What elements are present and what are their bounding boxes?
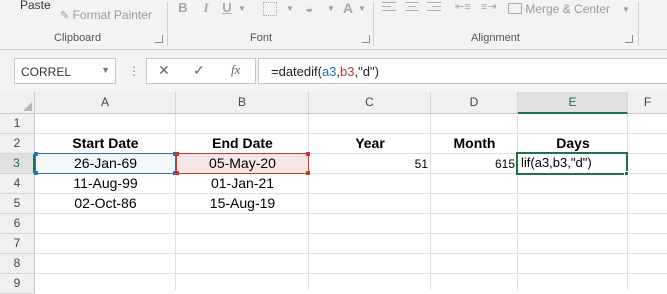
- cell-b5[interactable]: 15-Aug-19: [176, 193, 309, 213]
- row-header-3[interactable]: 3: [0, 154, 35, 174]
- resize-handle-icon[interactable]: ⋮: [128, 64, 140, 78]
- row-header-5[interactable]: 5: [0, 194, 35, 214]
- formula-bar: CORREL ▼ ⋮ ✕ ✓ fx =datedif(a3,b3,"d"): [0, 50, 667, 92]
- cell-a4[interactable]: 11-Aug-99: [35, 173, 176, 193]
- fill-color-icon[interactable]: ◒: [305, 0, 313, 16]
- gridline: [35, 253, 667, 254]
- paintbrush-icon: ✎: [60, 10, 70, 22]
- chevron-down-icon[interactable]: ▼: [101, 65, 110, 75]
- ribbon-divider: [373, 2, 374, 46]
- cell-b2[interactable]: End Date: [176, 133, 309, 153]
- font-color-button[interactable]: A: [340, 0, 356, 18]
- format-painter-button[interactable]: ✎ Format Painter: [60, 8, 152, 22]
- name-box-value: CORREL: [21, 65, 72, 79]
- font-color-dropdown-icon[interactable]: ▼: [358, 4, 366, 13]
- decrease-indent-icon[interactable]: ⇤≡: [455, 0, 471, 13]
- increase-indent-icon[interactable]: ≡⇥: [481, 0, 497, 13]
- format-painter-label: Format Painter: [72, 8, 152, 22]
- active-cell-border: [516, 152, 628, 175]
- column-header-f[interactable]: F: [628, 92, 667, 114]
- cell-e2[interactable]: Days: [518, 133, 628, 153]
- column-header-d[interactable]: D: [431, 92, 518, 114]
- clipboard-group-label: Clipboard: [54, 32, 102, 44]
- cell-d2[interactable]: Month: [431, 133, 518, 153]
- formula-ref-a3: a3: [321, 64, 337, 79]
- cell-b3[interactable]: 05-May-20: [176, 153, 309, 173]
- gridline: [35, 233, 667, 234]
- insert-function-icon[interactable]: fx: [231, 62, 240, 78]
- fill-handle[interactable]: [624, 171, 629, 176]
- font-launcher-icon[interactable]: [362, 35, 370, 43]
- formula-prefix: =datedif(: [271, 64, 322, 79]
- cell-b4[interactable]: 01-Jan-21: [176, 173, 309, 193]
- underline-button[interactable]: U: [219, 0, 235, 18]
- alignment-group-label: Alignment: [471, 32, 520, 44]
- merge-dropdown-icon[interactable]: ▼: [622, 5, 630, 14]
- ribbon: Paste ✎ Format Painter Clipboard B I U ▼…: [0, 0, 667, 50]
- row-header-6[interactable]: 6: [0, 214, 35, 234]
- align-center-icon[interactable]: [405, 2, 419, 14]
- formula-controls: ✕ ✓ fx: [146, 58, 256, 84]
- clipboard-launcher-icon[interactable]: [155, 35, 163, 43]
- formula-suffix: ,"d"): [354, 64, 379, 79]
- select-all-button[interactable]: [0, 92, 35, 114]
- column-header-e[interactable]: E: [518, 92, 628, 114]
- formula-input[interactable]: =datedif(a3,b3,"d"): [258, 58, 667, 84]
- spreadsheet-grid: A B C D E F 1 2 3 4 5 6 7 8 9 Start Date…: [0, 92, 667, 294]
- underline-dropdown-icon[interactable]: ▼: [238, 4, 246, 13]
- row-header-1[interactable]: 1: [0, 114, 35, 134]
- merge-center-label: Merge & Center: [525, 2, 611, 16]
- formula-ref-b3: b3: [340, 64, 355, 79]
- row-header-8[interactable]: 8: [0, 254, 35, 274]
- cell-c2[interactable]: Year: [309, 133, 431, 153]
- alignment-launcher-icon[interactable]: [625, 35, 633, 43]
- merge-icon: [508, 3, 522, 14]
- name-box[interactable]: CORREL ▼: [14, 58, 116, 84]
- align-right-icon[interactable]: [427, 2, 441, 14]
- gridline: [35, 213, 667, 214]
- borders-icon[interactable]: [263, 2, 277, 16]
- cell-c3[interactable]: 51: [309, 154, 431, 174]
- borders-dropdown-icon[interactable]: ▼: [286, 4, 294, 13]
- row-header-9[interactable]: 9: [0, 274, 35, 294]
- cancel-icon[interactable]: ✕: [158, 62, 170, 79]
- italic-button[interactable]: I: [198, 0, 214, 18]
- font-group-label: Font: [250, 32, 273, 44]
- ribbon-divider: [638, 2, 639, 46]
- bold-button[interactable]: B: [175, 0, 191, 18]
- align-left-icon[interactable]: [382, 2, 396, 14]
- column-header-b[interactable]: B: [176, 92, 309, 114]
- fill-dropdown-icon[interactable]: ▼: [327, 4, 335, 13]
- cell-d3[interactable]: 615: [431, 154, 518, 174]
- ribbon-divider: [167, 2, 168, 46]
- gridline: [35, 273, 667, 274]
- row-header-2[interactable]: 2: [0, 134, 35, 154]
- column-header-a[interactable]: A: [35, 92, 176, 114]
- cell-a2[interactable]: Start Date: [35, 133, 176, 153]
- row-header-4[interactable]: 4: [0, 174, 35, 194]
- paste-button[interactable]: Paste: [20, 0, 51, 12]
- column-header-c[interactable]: C: [309, 92, 431, 114]
- enter-check-icon[interactable]: ✓: [193, 62, 205, 79]
- merge-center-button[interactable]: Merge & Center: [508, 2, 610, 16]
- row-header-7[interactable]: 7: [0, 234, 35, 254]
- cell-a3[interactable]: 26-Jan-69: [35, 153, 176, 173]
- cell-a5[interactable]: 02-Oct-86: [35, 193, 176, 213]
